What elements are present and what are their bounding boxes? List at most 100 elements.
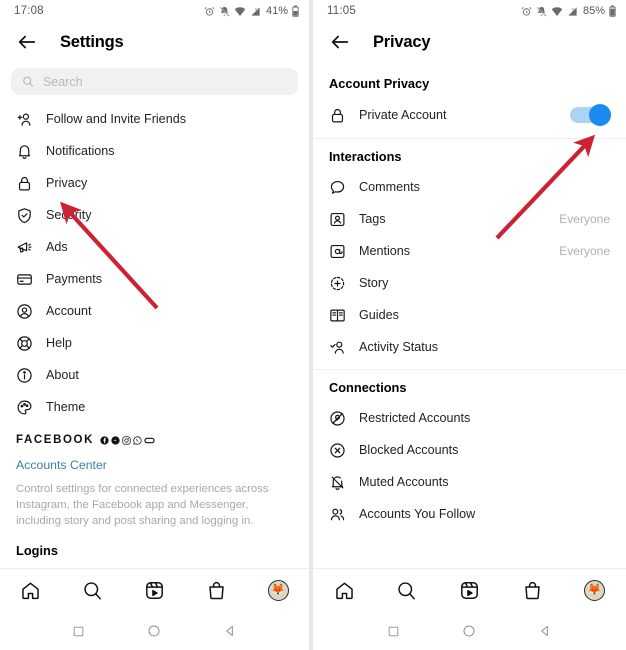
tab-reels[interactable] [134, 580, 174, 601]
tab-home[interactable] [324, 580, 364, 601]
circle-icon[interactable] [462, 624, 476, 638]
home-icon [22, 582, 40, 600]
tag-person-icon [330, 212, 345, 226]
privacy-item-story[interactable]: Story [313, 267, 626, 299]
privacy-item-label: Accounts You Follow [359, 507, 476, 521]
back-arrow-icon[interactable] [16, 31, 38, 53]
accounts-center-link[interactable]: Accounts Center [0, 453, 309, 477]
search-icon [84, 582, 102, 600]
megaphone-icon [17, 241, 32, 253]
privacy-item-mentions[interactable]: Mentions Everyone [313, 235, 626, 267]
tab-profile[interactable]: 🦊 [575, 580, 615, 601]
settings-screen: 17:08 x 41% Settings Follow and [0, 0, 309, 650]
lock-icon [18, 176, 31, 190]
tab-shop[interactable] [512, 580, 552, 601]
privacy-item-label: Blocked Accounts [359, 443, 459, 457]
at-mention-icon [330, 244, 345, 258]
settings-item-ads[interactable]: Ads [0, 231, 309, 263]
messenger-icon [111, 435, 120, 445]
profile-avatar-icon: 🦊 [584, 580, 606, 601]
status-bar-left: 17:08 x 41% [0, 0, 309, 22]
section-heading-account-privacy: Account Privacy [329, 75, 430, 91]
wifi-icon [234, 6, 246, 16]
privacy-item-guides[interactable]: Guides [313, 299, 626, 331]
blocked-icon [330, 442, 345, 458]
toggle-knob [589, 104, 611, 126]
android-nav-bar-left [0, 612, 309, 650]
settings-item-payments[interactable]: Payments [0, 263, 309, 295]
home-icon [336, 582, 353, 600]
battery-percent: 85% [582, 5, 605, 17]
lifebuoy-icon [17, 335, 32, 351]
back-arrow-icon[interactable] [329, 31, 351, 53]
privacy-item-blocked-accounts[interactable]: Blocked Accounts [313, 434, 626, 466]
privacy-item-restricted-accounts[interactable]: Restricted Accounts [313, 402, 626, 434]
restricted-icon [330, 410, 345, 426]
privacy-item-accounts-you-follow[interactable]: Accounts You Follow [313, 498, 626, 530]
android-nav-bar-right [313, 612, 626, 650]
settings-item-theme[interactable]: Theme [0, 391, 309, 423]
privacy-item-label: Guides [359, 308, 399, 322]
signal-icon: x [568, 6, 577, 16]
credit-card-icon [17, 273, 32, 285]
settings-item-label: Privacy [46, 176, 88, 190]
comment-bubble-icon [330, 180, 345, 194]
battery-percent: 41% [265, 5, 288, 17]
settings-item-security[interactable]: Security [0, 199, 309, 231]
person-add-icon [17, 113, 31, 126]
page-title: Settings [60, 32, 124, 51]
reels-icon [146, 582, 163, 599]
privacy-item-value: Everyone [559, 244, 610, 258]
privacy-item-label: Activity Status [359, 340, 439, 354]
section-divider [313, 138, 626, 139]
bell-muted-icon [536, 5, 547, 17]
people-icon [330, 508, 345, 520]
tab-profile[interactable]: 🦊 [258, 580, 298, 601]
status-time: 11:05 [327, 5, 356, 17]
settings-item-label: Notifications [46, 144, 115, 158]
privacy-item-label: Muted Accounts [359, 475, 449, 489]
tab-home[interactable] [11, 580, 51, 601]
privacy-item-tags[interactable]: Tags Everyone [313, 203, 626, 235]
tab-shop[interactable] [196, 580, 236, 601]
privacy-item-muted-accounts[interactable]: Muted Accounts [313, 466, 626, 498]
facebook-heading: FACEBOOK [16, 434, 94, 446]
settings-item-account[interactable]: Account [0, 295, 309, 327]
muted-bell-icon [331, 475, 344, 490]
tab-reels[interactable] [449, 580, 489, 601]
tab-search[interactable] [73, 580, 113, 601]
instagram-icon [122, 435, 131, 445]
whatsapp-icon [133, 435, 142, 445]
privacy-item-value: Everyone [559, 212, 610, 226]
account-circle-icon [17, 303, 32, 319]
search-input[interactable] [42, 74, 287, 89]
circle-icon[interactable] [147, 624, 161, 638]
privacy-item-label: Story [359, 276, 389, 290]
search-box[interactable] [11, 68, 298, 95]
private-account-toggle[interactable] [570, 104, 611, 126]
settings-item-label: About [46, 368, 79, 382]
title-bar-left: Settings [0, 22, 309, 62]
square-icon[interactable] [72, 625, 85, 638]
profile-avatar-icon: 🦊 [267, 580, 289, 601]
shop-bag-icon [209, 581, 224, 600]
triangle-back-icon[interactable] [538, 624, 552, 638]
settings-item-label: Account [46, 304, 92, 318]
settings-item-about[interactable]: About [0, 359, 309, 391]
privacy-item-label: Mentions [359, 244, 411, 258]
portal-icon [144, 437, 155, 443]
settings-item-label: Help [46, 336, 72, 350]
settings-item-privacy[interactable]: Privacy [0, 167, 309, 199]
tab-search[interactable] [387, 580, 427, 601]
settings-item-follow-invite-friends[interactable]: Follow and Invite Friends [0, 103, 309, 135]
triangle-back-icon[interactable] [223, 624, 237, 638]
settings-item-notifications[interactable]: Notifications [0, 135, 309, 167]
wifi-icon [551, 6, 563, 16]
privacy-item-comments[interactable]: Comments [313, 171, 626, 203]
settings-item-help[interactable]: Help [0, 327, 309, 359]
privacy-item-private-account[interactable]: Private Account [313, 98, 626, 132]
settings-item-label: Theme [46, 400, 86, 414]
status-icons: x 85% [521, 5, 616, 17]
square-icon[interactable] [387, 625, 400, 638]
privacy-item-activity-status[interactable]: Activity Status [313, 331, 626, 363]
